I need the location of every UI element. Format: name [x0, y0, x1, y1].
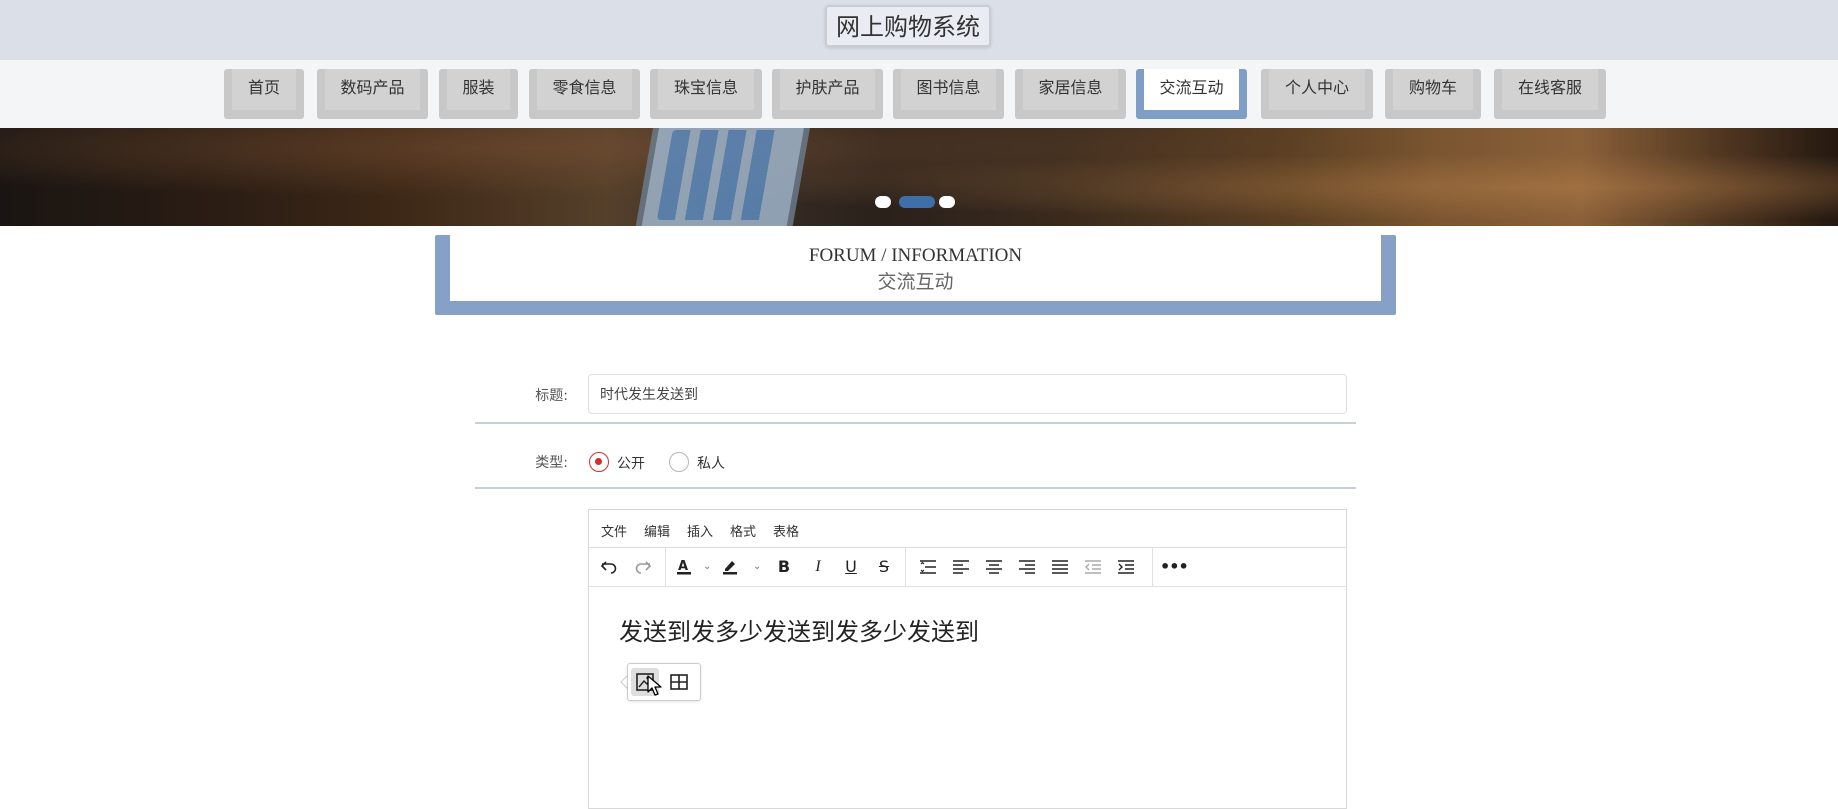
text-color-icon[interactable]: A	[671, 554, 697, 580]
nav-item-home[interactable]: 首页	[224, 69, 304, 119]
more-icon[interactable]: •••	[1160, 554, 1189, 580]
section-title-en: FORUM / INFORMATION	[808, 245, 1023, 266]
align-center-icon[interactable]	[981, 554, 1007, 580]
nav-item-cart[interactable]: 购物车	[1385, 69, 1481, 119]
carousel-dot-active[interactable]	[899, 196, 935, 208]
radio-public[interactable]	[589, 452, 609, 472]
menu-format[interactable]: 格式	[730, 521, 756, 540]
nav-item-home-goods[interactable]: 家居信息	[1015, 69, 1126, 119]
bold-icon[interactable]: B	[771, 554, 797, 580]
nav-item-jewelry[interactable]: 珠宝信息	[650, 69, 762, 119]
menu-edit[interactable]: 编辑	[644, 521, 670, 540]
nav-item-label: 在线客服	[1502, 69, 1598, 110]
nav-item-forum[interactable]: 交流互动	[1136, 69, 1247, 119]
nav-item-digital[interactable]: 数码产品	[317, 69, 428, 119]
redo-icon[interactable]	[630, 554, 656, 580]
svg-text:A: A	[678, 559, 688, 574]
section-heading-box: FORUM / INFORMATION 交流互动	[450, 235, 1381, 301]
title-input[interactable]	[588, 374, 1347, 414]
form-row-title: 标题:	[475, 372, 1356, 424]
radio-private[interactable]	[669, 452, 689, 472]
form-row-type: 类型: 公开 私人	[475, 440, 1356, 489]
section-title-cn: 交流互动	[877, 272, 954, 293]
top-header: 网上购物系统	[0, 0, 1838, 60]
editor-content[interactable]: 发送到发多少发送到发多少发送到	[619, 612, 979, 647]
radio-private-label[interactable]: 私人	[697, 453, 725, 473]
underline-icon[interactable]: U	[838, 554, 864, 580]
nav-item-label: 服装	[447, 69, 510, 110]
nav-item-label: 护肤产品	[780, 69, 875, 110]
strikethrough-icon[interactable]: S	[871, 554, 897, 580]
editor-menubar: 文件 编辑 插入 格式 表格	[589, 510, 1346, 548]
toolbar-separator	[905, 548, 906, 587]
banner-image	[0, 128, 1838, 226]
nav-item-label: 购物车	[1393, 69, 1473, 110]
highlight-color-icon[interactable]	[717, 554, 743, 580]
nav-item-books[interactable]: 图书信息	[893, 69, 1004, 119]
nav-item-label: 数码产品	[325, 69, 420, 110]
toolbar-separator	[665, 548, 666, 587]
align-left-icon[interactable]	[948, 554, 974, 580]
chevron-down-icon[interactable]: ⌄	[703, 560, 713, 574]
banner-carousel	[0, 128, 1838, 226]
nav-bar: 首页 数码产品 服装 零食信息 珠宝信息 护肤产品 图书信息 家居信息 交流互动…	[0, 60, 1838, 128]
nav-item-skincare[interactable]: 护肤产品	[772, 69, 883, 119]
nav-item-label: 图书信息	[901, 69, 996, 110]
indent-icon[interactable]	[1113, 554, 1139, 580]
italic-icon[interactable]: I	[805, 554, 831, 580]
nav-item-label: 个人中心	[1269, 69, 1365, 110]
menu-file[interactable]: 文件	[601, 521, 627, 540]
site-title: 网上购物系统	[825, 5, 991, 47]
radio-public-label[interactable]: 公开	[617, 453, 645, 473]
section-heading: FORUM / INFORMATION 交流互动	[435, 235, 1396, 315]
nav-item-profile[interactable]: 个人中心	[1261, 69, 1373, 119]
mouse-cursor-icon	[647, 675, 662, 696]
editor-toolbar: A ⌄ ⌄ B I U S •••	[589, 548, 1346, 587]
menu-insert[interactable]: 插入	[687, 521, 713, 540]
outdent-icon[interactable]	[1080, 554, 1106, 580]
quick-insert-toolbar	[627, 663, 701, 701]
align-justify-icon[interactable]	[1047, 554, 1073, 580]
nav-item-clothing[interactable]: 服装	[439, 69, 518, 119]
chevron-down-icon[interactable]: ⌄	[753, 560, 763, 574]
nav-item-label: 珠宝信息	[658, 69, 754, 110]
title-label: 标题:	[535, 388, 568, 404]
nav-item-snacks[interactable]: 零食信息	[529, 69, 640, 119]
align-right-icon[interactable]	[1014, 554, 1040, 580]
nav-item-label: 首页	[232, 69, 296, 110]
undo-icon[interactable]	[596, 554, 622, 580]
carousel-dot[interactable]	[875, 196, 891, 208]
menu-table[interactable]: 表格	[773, 521, 799, 540]
nav-item-label: 零食信息	[537, 69, 632, 110]
nav-item-label: 交流互动	[1144, 69, 1239, 110]
table-icon[interactable]	[665, 668, 693, 696]
carousel-dot[interactable]	[939, 196, 955, 208]
type-label: 类型:	[535, 455, 568, 471]
line-height-icon[interactable]	[915, 554, 941, 580]
toolbar-separator	[1152, 548, 1153, 587]
banner-phone-image	[639, 128, 806, 226]
nav-item-label: 家居信息	[1023, 69, 1118, 110]
rich-text-editor: 文件 编辑 插入 格式 表格 A ⌄ ⌄ B I U S ••• 发送到发多少发…	[588, 509, 1347, 809]
nav-item-customer-service[interactable]: 在线客服	[1494, 69, 1606, 119]
